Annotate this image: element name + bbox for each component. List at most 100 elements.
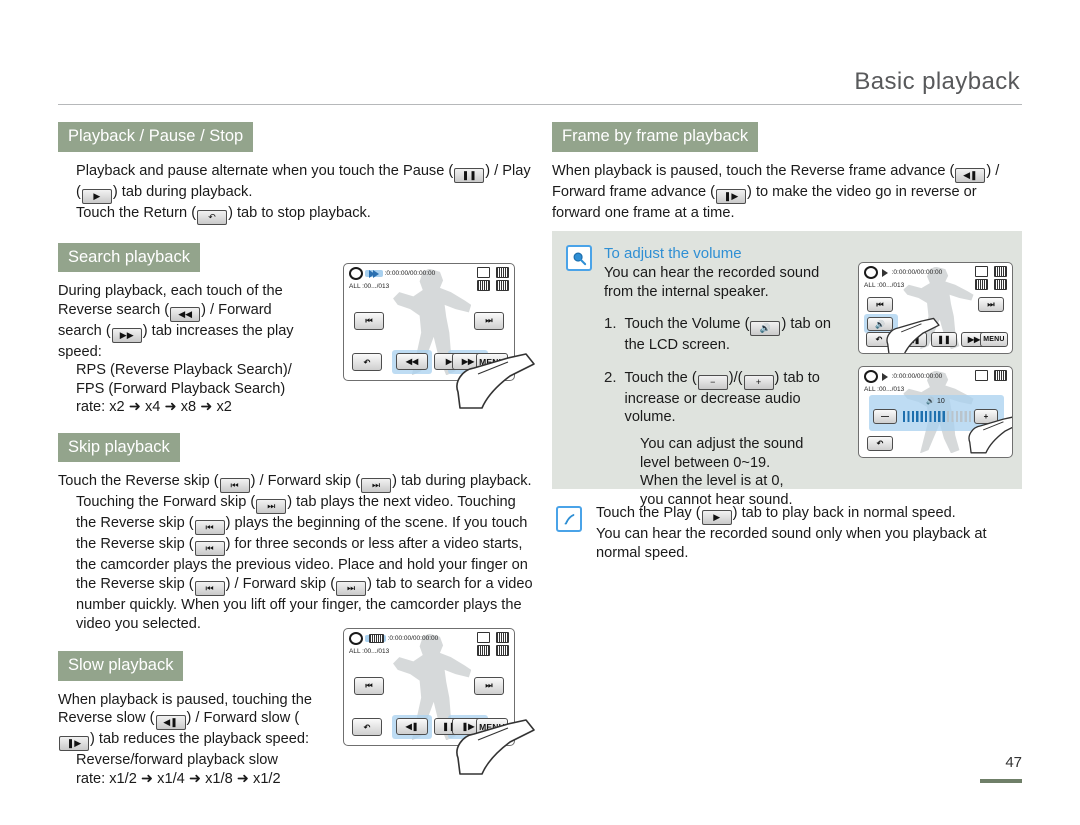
frame-by-frame-body: When playback is paused, touch the Rever… <box>552 162 1022 223</box>
section-heading-search-playback: Search playback <box>58 242 200 272</box>
pause-button[interactable]: ❚❚ <box>931 332 957 347</box>
forward-frame-advance-icon: ❚▶ <box>716 188 747 204</box>
text-line: Touch the Play ( <box>596 505 701 521</box>
text-line: ) / Forward slow ( <box>186 710 300 727</box>
return-button[interactable]: ↶ <box>867 436 893 451</box>
full-hd-icon <box>994 279 1007 290</box>
volume-substep: You can adjust the sound level between 0… <box>604 435 880 509</box>
page-number: 47 <box>1005 754 1022 771</box>
speaker-icon: 🔊 <box>926 398 935 405</box>
text-line: )/( <box>728 369 743 386</box>
text-line: When playback is paused, touch the Rever… <box>552 162 955 179</box>
all-icon: ALL <box>864 386 876 393</box>
text-line: Touch the Volume ( <box>624 316 750 333</box>
return-button[interactable]: ↶ <box>352 353 382 371</box>
volume-plus-button[interactable]: + <box>974 409 998 424</box>
reverse-frame-button[interactable]: ◀❚ <box>901 332 927 347</box>
text-line: ) tab during playback. <box>112 183 253 200</box>
battery-icon <box>496 267 509 278</box>
sd-card-icon <box>476 267 490 278</box>
forward-slow-icon: ❚▶ <box>59 736 89 752</box>
text-line: Playback and pause alternate when you to… <box>76 162 454 179</box>
menu-button[interactable]: MENU <box>476 353 508 371</box>
sd-card-icon <box>476 632 490 643</box>
reverse-skip-icon: ⏮ <box>219 478 250 494</box>
reverse-slow-button[interactable]: ◀❚ <box>396 718 428 735</box>
reverse-skip-icon: ⏮ <box>194 520 225 536</box>
volume-plus-icon: + <box>743 374 774 390</box>
step-number: 1. <box>604 315 617 333</box>
osd-time: :0:00:00/00:00:00 <box>387 635 439 643</box>
return-icon: ↶ <box>197 209 228 225</box>
camera-mode-icon <box>864 266 878 279</box>
page-number-bar <box>980 779 1022 783</box>
page-title: Basic playback <box>854 68 1020 95</box>
reverse-skip-button[interactable]: ⏮ <box>867 297 893 312</box>
search-playback-body: During playback, each touch of the Rever… <box>58 282 308 417</box>
video-quality-icon <box>476 645 490 656</box>
osd-left: :0:00:00/00:00:00 ALL :00.../013 <box>349 267 435 291</box>
forward-skip-button[interactable]: ⏭ <box>474 677 504 695</box>
skip-detail-block: Touching the Forward skip (⏭) tab plays … <box>58 493 538 633</box>
battery-icon <box>994 266 1007 277</box>
slow-playback-body: When playback is paused, touching the Re… <box>58 691 313 789</box>
all-icon: ALL <box>349 283 361 290</box>
text-line: You can hear the recorded sound only whe… <box>596 526 987 561</box>
volume-level-bar <box>903 411 977 422</box>
return-button[interactable]: ↶ <box>866 332 892 347</box>
full-hd-icon <box>496 645 509 656</box>
text-line: Reverse/forward playback slow <box>76 752 278 769</box>
text-line: rate: x2 ➜ x4 ➜ x8 ➜ x2 <box>76 399 232 416</box>
battery-icon <box>496 632 509 643</box>
reverse-skip-button[interactable]: ⏮ <box>354 312 384 330</box>
reverse-skip-icon: ⏮ <box>194 541 225 557</box>
return-button[interactable]: ↶ <box>352 718 382 736</box>
forward-skip-button[interactable]: ⏭ <box>474 312 504 330</box>
osd-right <box>973 266 1007 290</box>
tip-text: Touch the Play (▶) tab to play back in n… <box>596 504 1026 562</box>
text-line: ) tab plays the next video. <box>287 494 454 511</box>
osd-count: :00.../013 <box>877 386 905 393</box>
volume-step-1: 1. Touch the Volume (🔊) tab on the LCD s… <box>604 315 840 355</box>
video-quality-icon <box>476 280 490 291</box>
step-text: Touch the Volume (🔊) tab on the LCD scre… <box>625 315 840 355</box>
volume-button[interactable]: 🔊 <box>867 317 893 331</box>
sd-card-icon <box>974 266 988 277</box>
text-line: When the level is at 0, <box>640 473 784 490</box>
reverse-search-button[interactable]: ◀◀ <box>396 353 428 370</box>
note-title: To adjust the volume <box>604 245 742 262</box>
reverse-skip-button[interactable]: ⏮ <box>354 677 384 695</box>
right-column: Frame by frame playback When playback is… <box>552 122 1022 222</box>
slow-playback-lcd: :0:00:00/00:00:00 ALL :00.../013 ⏮ ⏭ ↶ ◀… <box>343 628 515 746</box>
pen-note-icon <box>556 506 582 532</box>
reverse-frame-advance-icon: ◀❚ <box>955 167 986 183</box>
volume-minus-button[interactable]: — <box>873 409 897 424</box>
osd-left: :0:00:00/00:00:00 ALL :00.../013 <box>864 370 942 394</box>
text-line: ) / Forward skip ( <box>250 473 361 490</box>
text-line: rate: x1/2 ➜ x1/4 ➜ x1/8 ➜ x1/2 <box>76 770 281 787</box>
volume-step-2: 2. Touch the (−)/(+) tab to increase or … <box>604 369 840 427</box>
section-heading-playback-pause-stop: Playback / Pause / Stop <box>58 122 254 152</box>
text-line: ) / Forward skip ( <box>225 576 336 593</box>
full-hd-icon <box>496 280 509 291</box>
text-line: You can adjust the sound <box>640 435 804 452</box>
play-icon: ▶ <box>701 510 732 525</box>
osd-right <box>973 370 1007 381</box>
osd-time: :0:00:00/00:00:00 <box>891 373 943 381</box>
reverse-slow-icon: ◀❚ <box>155 715 186 731</box>
text-line: ) tab to play back in normal speed. <box>732 505 956 521</box>
menu-button[interactable]: MENU <box>980 332 1008 347</box>
text-line: Touching the Forward skip ( <box>76 494 256 511</box>
volume-minus-icon: − <box>697 374 728 390</box>
text-line: RPS (Reverse Playback Search)/ <box>76 362 292 379</box>
step-number: 2. <box>604 368 617 386</box>
magnifier-icon <box>566 245 592 271</box>
play-icon: ▶ <box>81 188 112 204</box>
menu-button[interactable]: MENU <box>476 718 508 736</box>
text-line: level between 0~19. <box>640 454 771 471</box>
camera-mode-icon <box>864 370 878 383</box>
play-state-icon <box>881 268 888 277</box>
forward-skip-icon: ⏭ <box>256 499 287 515</box>
forward-skip-button[interactable]: ⏭ <box>978 297 1004 312</box>
osd-count: :00.../013 <box>877 282 905 289</box>
